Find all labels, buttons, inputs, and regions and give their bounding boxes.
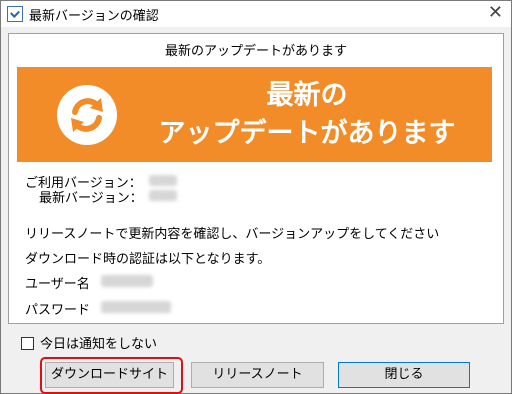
checkbox-box[interactable] [21,337,34,350]
release-notes-button[interactable]: リリースノート [191,362,324,388]
content-panel: 最新のアップデートがあります 最新の アップデートがあります ご利用バージョン：… [8,33,504,324]
update-banner: 最新の アップデートがあります [17,67,492,162]
do-not-notify-checkbox[interactable]: 今日は通知をしない [21,333,157,352]
update-headline: 最新のアップデートがあります [164,44,347,59]
latest-version-label: 最新バージョン： [39,191,143,206]
message-line-1: リリースノートで更新内容を確認し、バージョンアップをしてください [25,227,440,242]
latest-version-value [149,190,177,201]
password-label: パスワード [25,303,91,318]
do-not-notify-label: 今日は通知をしない [40,337,158,352]
dialog-window: 最新バージョンの確認 ✕ 最新のアップデートがあります 最新の アップデートがあ… [0,0,512,394]
current-version-value [149,175,177,186]
app-icon [7,6,23,22]
banner-line-2: アップデートがあります [158,118,456,149]
download-button-highlight [40,357,183,394]
refresh-icon [57,85,117,145]
banner-title: 最新の アップデートがあります [137,77,477,153]
username-label: ユーザー名 [25,277,90,292]
username-value [101,275,153,287]
close-icon[interactable]: ✕ [488,2,503,23]
message-line-2: ダウンロード時の認証は以下となります。 [25,252,271,267]
close-button[interactable]: 閉じる [338,362,470,388]
title-bar[interactable]: 最新バージョンの確認 ✕ [1,1,511,27]
password-value [101,301,171,313]
banner-line-1: 最新の [266,80,348,111]
window-title: 最新バージョンの確認 [29,9,159,24]
